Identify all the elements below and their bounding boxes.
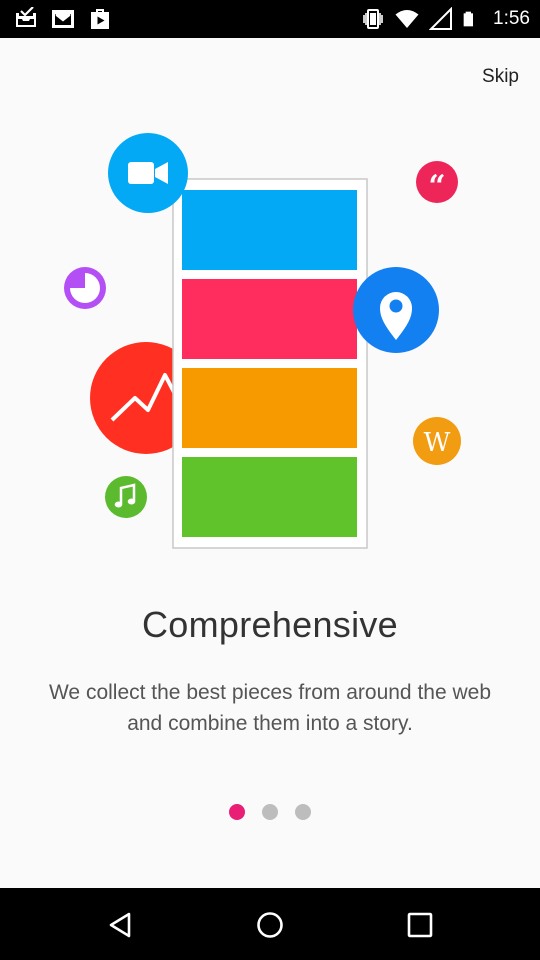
onboarding-screen: Skip “ W Comprehensive We collect the be… [0, 38, 540, 888]
page-dot-1[interactable] [229, 804, 245, 820]
navigation-bar [0, 888, 540, 960]
clock: 1:56 [493, 8, 530, 29]
inbox-check-icon [16, 7, 36, 27]
page-indicator [0, 804, 540, 820]
wikipedia-icon: W [413, 417, 461, 465]
quote-icon: “ [416, 161, 458, 204]
wikipedia-letter: W [424, 428, 451, 458]
phone-block-2 [182, 279, 357, 359]
recents-icon[interactable] [405, 910, 435, 940]
wifi-icon [395, 10, 419, 28]
status-bar: 1:56 [0, 0, 540, 38]
onboarding-illustration: “ W [64, 133, 461, 549]
page-description: We collect the best pieces from around t… [48, 681, 491, 735]
gmail-icon [52, 10, 74, 28]
page-title: Comprehensive [141, 604, 399, 645]
svg-text:“: “ [428, 169, 445, 204]
page-dot-2[interactable] [262, 804, 278, 820]
phone-block-3 [182, 368, 357, 448]
location-pin-icon [353, 267, 439, 353]
phone-frame [172, 178, 368, 549]
back-icon[interactable] [105, 910, 135, 940]
page-dot-3[interactable] [295, 804, 311, 820]
battery-icon [463, 11, 474, 27]
phone-block-4 [182, 457, 357, 537]
play-store-icon [91, 9, 109, 29]
phone-block-1 [182, 190, 357, 270]
video-camera-icon [108, 133, 188, 213]
music-note-icon [105, 476, 147, 518]
signal-icon [429, 7, 453, 30]
pie-chart-icon [64, 267, 106, 309]
vibrate-icon [363, 9, 383, 29]
home-icon[interactable] [255, 910, 285, 940]
